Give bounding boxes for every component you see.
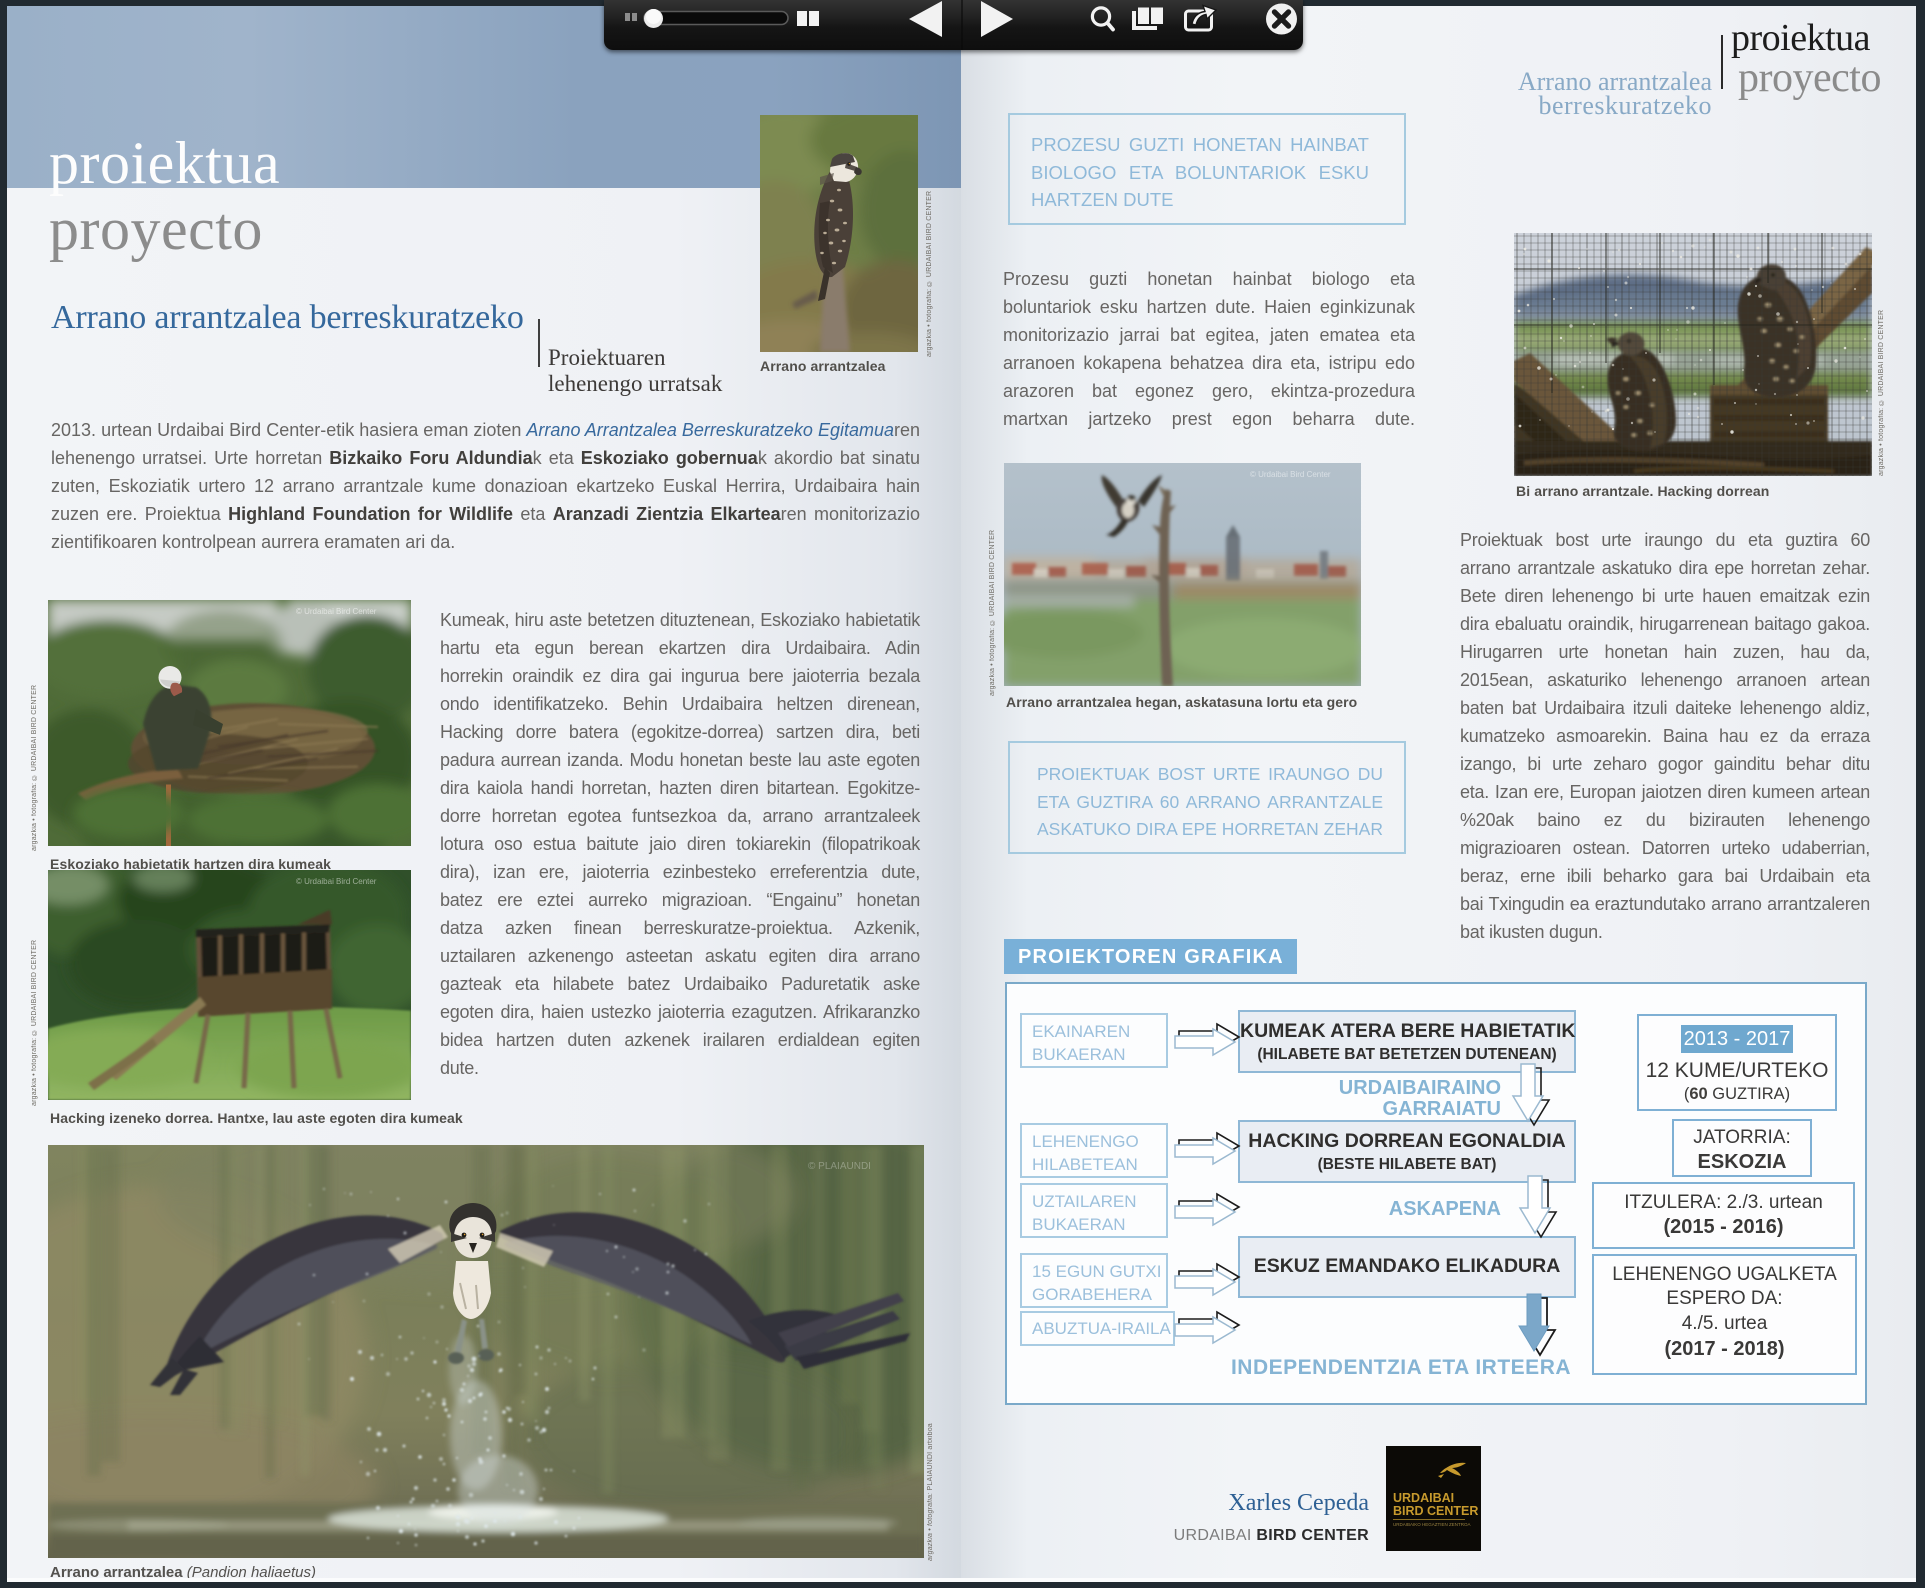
svg-text:© Urdaibai Bird Center: © Urdaibai Bird Center [1250,470,1331,479]
svg-text:© Urdaibai Bird Center: © Urdaibai Bird Center [296,877,377,886]
svg-text:© PLAIAUNDI: © PLAIAUNDI [808,1161,871,1172]
svg-text:URDAIBAIKO HEGAZTIEN ZENTROA: URDAIBAIKO HEGAZTIEN ZENTROA [1393,1522,1471,1527]
svg-text:URDAIBAI: URDAIBAI [1393,1491,1454,1505]
svg-text:© Urdaibai Bird Center: © Urdaibai Bird Center [296,607,377,616]
svg-text:BIRD CENTER: BIRD CENTER [1393,1504,1478,1518]
